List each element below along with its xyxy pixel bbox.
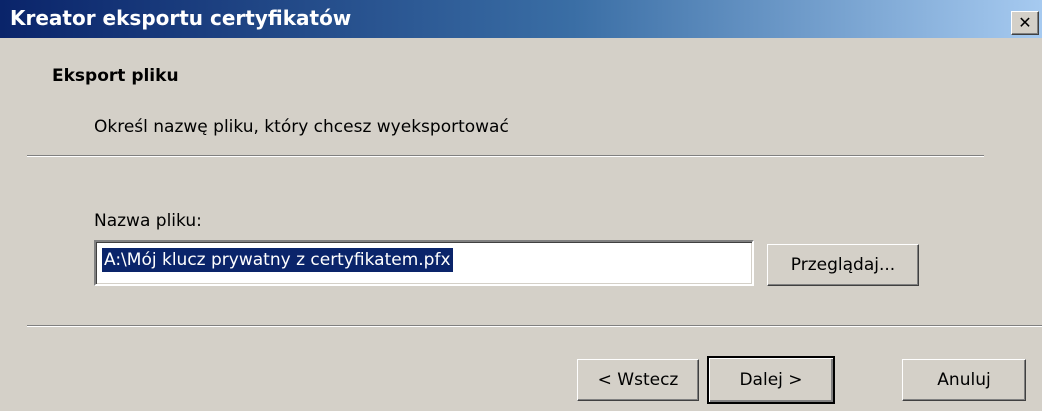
close-button[interactable]: ✕ bbox=[1011, 11, 1039, 35]
file-name-value: A:\Mój klucz prywatny z certyfikatem.pfx bbox=[102, 248, 453, 272]
back-button[interactable]: < Wstecz bbox=[577, 359, 699, 401]
file-name-label: Nazwa pliku: bbox=[94, 211, 202, 231]
browse-button[interactable]: Przeglądaj... bbox=[767, 244, 919, 286]
file-name-input[interactable]: A:\Mój klucz prywatny z certyfikatem.pfx bbox=[94, 240, 754, 286]
section-title: Eksport pliku bbox=[52, 66, 179, 86]
section-subtitle: Określ nazwę pliku, który chcesz wyekspo… bbox=[94, 117, 509, 137]
close-icon: ✕ bbox=[1018, 13, 1032, 32]
cancel-button[interactable]: Anuluj bbox=[902, 359, 1026, 401]
title-bar[interactable]: Kreator eksportu certyfikatów ✕ bbox=[0, 0, 1042, 38]
window-title: Kreator eksportu certyfikatów bbox=[10, 6, 352, 30]
footer-separator bbox=[27, 325, 1042, 327]
header-separator bbox=[27, 155, 984, 157]
next-button[interactable]: Dalej > bbox=[707, 356, 835, 404]
